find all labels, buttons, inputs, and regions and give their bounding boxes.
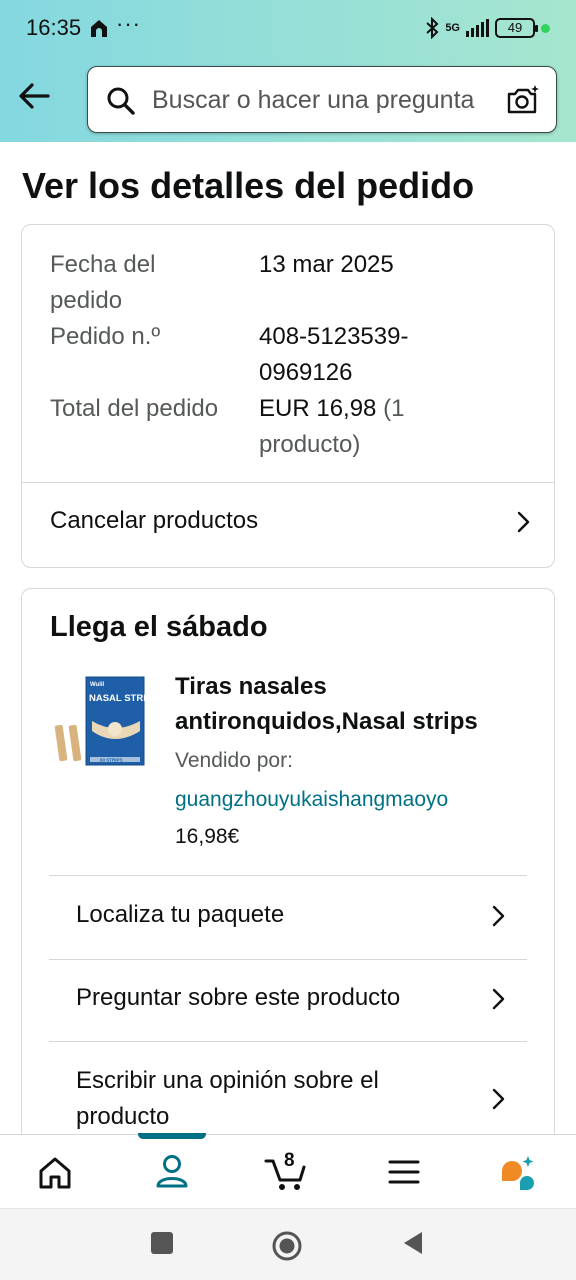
status-right: 5G 49 xyxy=(425,16,550,40)
write-review-line1: Escribir una opinión sobre el xyxy=(76,1067,379,1094)
write-review-line2: producto xyxy=(76,1103,170,1130)
battery-icon: 49 xyxy=(495,18,538,38)
order-number-value: 408-5123539- 0969126 xyxy=(259,319,408,391)
top-bar: 16:35 ··· 5G 49 Buscar o hacer una pregu… xyxy=(0,0,576,142)
chevron-right-icon xyxy=(517,511,530,533)
product-title[interactable]: Tiras nasales antironquidos,Nasal strips xyxy=(175,669,535,739)
order-summary-card: Fecha del pedido 13 mar 2025 Pedido n.º … xyxy=(21,224,555,568)
product-image[interactable]: Wulil NASAL STRIPS 60 STRIPS xyxy=(52,673,147,773)
ask-product-label: Preguntar sobre este producto xyxy=(76,984,401,1011)
order-total-label: Total del pedido xyxy=(50,395,219,422)
recents-square-icon[interactable] xyxy=(150,1231,174,1255)
bluetooth-icon xyxy=(426,17,439,39)
status-home-icon xyxy=(91,20,107,37)
privacy-dot-icon xyxy=(541,23,550,33)
back-triangle-icon[interactable] xyxy=(402,1231,424,1255)
product-title-line2: antironquidos,Nasal strips xyxy=(175,708,478,735)
write-review-label: Escribir una opinión sobre el producto xyxy=(76,1063,379,1135)
battery-level: 49 xyxy=(507,20,523,35)
divider xyxy=(49,1041,527,1042)
order-number-line2: 0969126 xyxy=(259,359,353,386)
order-number-line1: 408-5123539- xyxy=(259,323,409,350)
camera-search-icon[interactable] xyxy=(506,84,540,116)
order-total-value: EUR 16,98 (1 producto) xyxy=(259,391,404,463)
product-price: 16,98€ xyxy=(175,825,240,848)
signal-icon xyxy=(466,19,489,37)
cart-count-badge: 8 xyxy=(284,1150,295,1171)
seller-link[interactable]: guangzhouyukaishangmaoyo xyxy=(175,788,448,812)
network-label: 5G xyxy=(445,22,460,34)
status-dots: ··· xyxy=(116,11,141,36)
chevron-right-icon xyxy=(492,988,505,1010)
active-tab-indicator xyxy=(138,1133,206,1139)
order-total-count-close: producto) xyxy=(259,431,361,458)
order-date-value: 13 mar 2025 xyxy=(259,251,394,278)
track-package-label: Localiza tu paquete xyxy=(76,901,285,928)
product-title-line1: Tiras nasales xyxy=(175,673,327,700)
status-bar: 16:35 ··· 5G 49 xyxy=(0,0,576,58)
status-time: 16:35 xyxy=(26,15,82,40)
product-image-brand: Wulil xyxy=(90,682,105,688)
search-placeholder: Buscar o hacer una pregunta xyxy=(152,86,475,114)
chevron-right-icon xyxy=(492,1088,505,1110)
order-date-label: Fecha del pedido xyxy=(50,251,156,314)
account-icon[interactable] xyxy=(142,1147,202,1197)
divider xyxy=(49,959,527,960)
product-image-count: 60 STRIPS xyxy=(100,758,123,763)
rufus-icon[interactable] xyxy=(490,1147,550,1197)
arrival-heading: Llega el sábado xyxy=(50,611,268,643)
search-icon xyxy=(107,87,135,115)
home-circle-icon[interactable] xyxy=(272,1231,302,1261)
menu-icon[interactable] xyxy=(374,1147,434,1197)
cancel-products-label: Cancelar productos xyxy=(50,507,259,534)
order-total-amount: EUR 16,98 xyxy=(259,395,377,422)
page-title: Ver los detalles del pedido xyxy=(22,165,475,206)
chevron-right-icon xyxy=(492,905,505,927)
order-total-count-open: (1 xyxy=(376,395,405,422)
back-arrow-icon[interactable] xyxy=(14,78,54,114)
search-bar[interactable]: Buscar o hacer una pregunta xyxy=(87,66,557,133)
order-number-label: Pedido n.º xyxy=(50,323,161,350)
divider xyxy=(22,482,554,483)
divider xyxy=(49,875,527,876)
product-image-name: NASAL STRIPS xyxy=(89,693,147,704)
system-nav-bar xyxy=(0,1208,576,1280)
sold-by-label: Vendido por: xyxy=(175,749,293,772)
home-icon[interactable] xyxy=(25,1147,85,1197)
shipment-card: Llega el sábado Wulil NASAL STRIPS 60 ST… xyxy=(21,588,555,1148)
